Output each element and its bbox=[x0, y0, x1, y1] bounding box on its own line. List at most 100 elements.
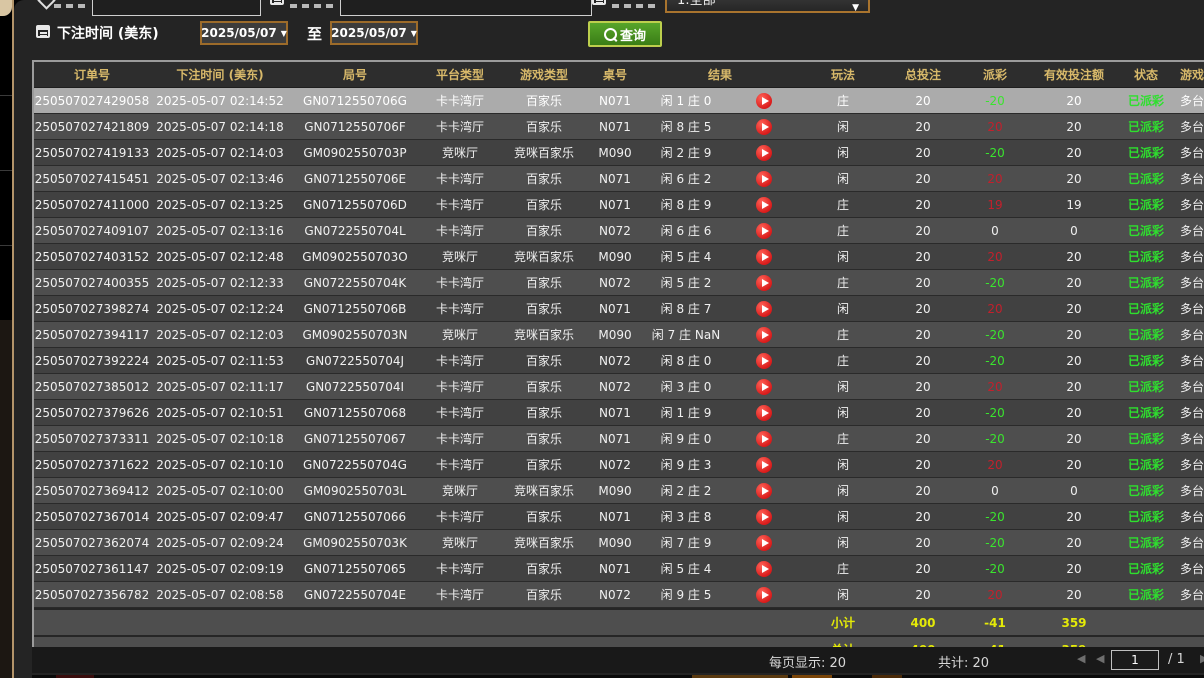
table-number: N071 bbox=[588, 432, 642, 446]
table-row[interactable]: 2505070274154512025-05-07 02:13:46GN0712… bbox=[34, 166, 1204, 192]
order-number: 250507027362074 bbox=[34, 536, 150, 550]
page-number-input[interactable]: 1 bbox=[1111, 650, 1159, 670]
game-mode: 多台 bbox=[1176, 534, 1204, 551]
play-replay-icon[interactable] bbox=[756, 145, 772, 161]
play-replay-icon[interactable] bbox=[756, 301, 772, 317]
play-replay-icon[interactable] bbox=[756, 431, 772, 447]
table-row[interactable]: 2505070273941172025-05-07 02:12:03GM0902… bbox=[34, 322, 1204, 348]
next-page-arrow-icon[interactable]: ▶ bbox=[1200, 652, 1204, 665]
first-page-arrow-icon[interactable]: ◀ bbox=[1077, 652, 1085, 665]
header-play: 玩法 bbox=[798, 66, 888, 83]
valid-bet: 20 bbox=[1032, 432, 1116, 446]
date-from-button[interactable]: 2025/05/07 ▼ bbox=[200, 21, 288, 45]
play-type: 闲 bbox=[798, 170, 888, 187]
play-replay-icon[interactable] bbox=[756, 171, 772, 187]
table-row[interactable]: 2505070273850122025-05-07 02:11:17GN0722… bbox=[34, 374, 1204, 400]
play-type: 庄 bbox=[798, 352, 888, 369]
header-order: 订单号 bbox=[34, 66, 150, 83]
play-replay-icon[interactable] bbox=[756, 223, 772, 239]
play-replay-icon[interactable] bbox=[756, 457, 772, 473]
table-row[interactable]: 2505070274218092025-05-07 02:14:18GN0712… bbox=[34, 114, 1204, 140]
play-replay-icon[interactable] bbox=[756, 405, 772, 421]
play-replay-icon[interactable] bbox=[756, 483, 772, 499]
table-number: N071 bbox=[588, 198, 642, 212]
play-replay-icon[interactable] bbox=[756, 379, 772, 395]
result: 闲 1 庄 9 bbox=[642, 404, 730, 421]
play-replay-icon[interactable] bbox=[756, 197, 772, 213]
filter-input-2[interactable] bbox=[340, 0, 592, 16]
prev-page-arrow-icon[interactable]: ◀ bbox=[1096, 652, 1104, 665]
valid-bet: 20 bbox=[1032, 380, 1116, 394]
play-replay-icon[interactable] bbox=[756, 275, 772, 291]
table-header-row: 订单号 下注时间 (美东) 局号 平台类型 游戏类型 桌号 结果 玩法 总投注 … bbox=[34, 62, 1204, 88]
payout: -20 bbox=[958, 328, 1032, 342]
replay-cell bbox=[730, 197, 798, 213]
status: 已派彩 bbox=[1116, 222, 1176, 239]
filter-input-1[interactable] bbox=[92, 0, 261, 16]
play-replay-icon[interactable] bbox=[756, 561, 772, 577]
play-replay-icon[interactable] bbox=[756, 353, 772, 369]
replay-cell bbox=[730, 483, 798, 499]
table-row[interactable]: 2505070273982742025-05-07 02:12:24GN0712… bbox=[34, 296, 1204, 322]
play-replay-icon[interactable] bbox=[756, 119, 772, 135]
play-replay-icon[interactable] bbox=[756, 249, 772, 265]
payout: 20 bbox=[958, 380, 1032, 394]
order-number: 250507027409107 bbox=[34, 224, 150, 238]
payout: 20 bbox=[958, 172, 1032, 186]
table-row[interactable]: 2505070273611472025-05-07 02:09:19GN0712… bbox=[34, 556, 1204, 582]
subtotal-label: 小计 bbox=[798, 614, 888, 631]
clipped-label bbox=[612, 4, 656, 8]
table-number: N072 bbox=[588, 276, 642, 290]
valid-bet: 20 bbox=[1032, 276, 1116, 290]
total-bet: 20 bbox=[888, 562, 958, 576]
result: 闲 6 庄 2 bbox=[642, 170, 730, 187]
table-row[interactable]: 2505070273733112025-05-07 02:10:18GN0712… bbox=[34, 426, 1204, 452]
bet-time: 2025-05-07 02:14:18 bbox=[150, 120, 290, 134]
play-replay-icon[interactable] bbox=[756, 93, 772, 109]
bet-time: 2025-05-07 02:10:10 bbox=[150, 458, 290, 472]
round-number: GN0722550704G bbox=[290, 458, 420, 472]
table-row[interactable]: 2505070273716222025-05-07 02:10:10GN0722… bbox=[34, 452, 1204, 478]
table-row[interactable]: 2505070273694122025-05-07 02:10:00GM0902… bbox=[34, 478, 1204, 504]
total-bet: 20 bbox=[888, 94, 958, 108]
table-row[interactable]: 2505070273796262025-05-07 02:10:51GN0712… bbox=[34, 400, 1204, 426]
header-game-type: 游戏类型 bbox=[500, 66, 588, 83]
round-number: GN07125507066 bbox=[290, 510, 420, 524]
table-number: N071 bbox=[588, 172, 642, 186]
table-row[interactable]: 2505070274191332025-05-07 02:14:03GM0902… bbox=[34, 140, 1204, 166]
date-to-button[interactable]: 2025/05/07 ▼ bbox=[330, 21, 418, 45]
play-replay-icon[interactable] bbox=[756, 327, 772, 343]
filter-dropdown[interactable]: 1:全部 ▼ bbox=[665, 0, 870, 13]
status: 已派彩 bbox=[1116, 430, 1176, 447]
table-number: N071 bbox=[588, 510, 642, 524]
game-type: 竞咪百家乐 bbox=[500, 534, 588, 551]
table-row[interactable]: 2505070274290582025-05-07 02:14:52GN0712… bbox=[34, 88, 1204, 114]
platform-type: 竞咪厅 bbox=[420, 534, 500, 551]
total-bet: 20 bbox=[888, 406, 958, 420]
play-replay-icon[interactable] bbox=[756, 535, 772, 551]
platform-type: 竞咪厅 bbox=[420, 248, 500, 265]
platform-type: 卡卡湾厅 bbox=[420, 378, 500, 395]
valid-bet: 19 bbox=[1032, 198, 1116, 212]
table-row[interactable]: 2505070273922242025-05-07 02:11:53GN0722… bbox=[34, 348, 1204, 374]
total-bet: 20 bbox=[888, 510, 958, 524]
round-number: GN0712550706E bbox=[290, 172, 420, 186]
table-row[interactable]: 2505070273567822025-05-07 02:08:58GN0722… bbox=[34, 582, 1204, 608]
round-number: GM0902550703O bbox=[290, 250, 420, 264]
query-button[interactable]: 查询 bbox=[588, 21, 662, 47]
play-replay-icon[interactable] bbox=[756, 509, 772, 525]
status: 已派彩 bbox=[1116, 534, 1176, 551]
table-row[interactable]: 2505070274031522025-05-07 02:12:48GM0902… bbox=[34, 244, 1204, 270]
play-replay-icon[interactable] bbox=[756, 587, 772, 603]
table-row[interactable]: 2505070274091072025-05-07 02:13:16GN0722… bbox=[34, 218, 1204, 244]
order-number: 250507027367014 bbox=[34, 510, 150, 524]
table-row[interactable]: 2505070274003552025-05-07 02:12:33GN0722… bbox=[34, 270, 1204, 296]
order-number: 250507027361147 bbox=[34, 562, 150, 576]
table-row[interactable]: 2505070274110002025-05-07 02:13:25GN0712… bbox=[34, 192, 1204, 218]
status: 已派彩 bbox=[1116, 378, 1176, 395]
table-row[interactable]: 2505070273620742025-05-07 02:09:24GM0902… bbox=[34, 530, 1204, 556]
search-icon bbox=[604, 28, 617, 41]
table-row[interactable]: 2505070273670142025-05-07 02:09:47GN0712… bbox=[34, 504, 1204, 530]
bet-records-panel: 1:全部 ▼ 下注时间 (美东) 2025/05/07 ▼ 至 2025/05/… bbox=[14, 0, 1204, 678]
total-bet: 20 bbox=[888, 354, 958, 368]
